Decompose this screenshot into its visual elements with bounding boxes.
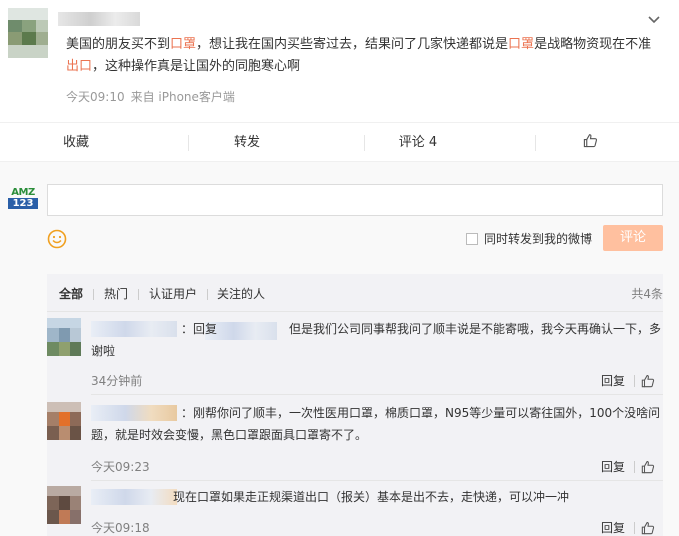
current-user-avatar[interactable]: AMZ 123	[8, 187, 38, 209]
tab-all[interactable]: 全部	[59, 285, 83, 303]
comment-item: ：刚帮你问了顺丰，一次性医用口罩，棉质口罩，N95等少量可以寄往国外，100个没…	[47, 402, 666, 481]
post-keyword-link[interactable]: 口罩	[170, 37, 196, 52]
repost-button[interactable]: 转发	[197, 123, 365, 163]
tab-hot[interactable]: 热门	[104, 285, 128, 303]
comment-label: 评论 4	[398, 135, 438, 150]
post-action-bar: 收藏 转发 评论 4	[0, 122, 679, 162]
divider	[207, 289, 208, 300]
post-text-seg: 美国的朋友买不到	[66, 37, 171, 52]
commenter-avatar[interactable]	[47, 402, 81, 440]
divider	[535, 135, 536, 151]
post-author-name-blurred[interactable]	[58, 12, 140, 26]
comment-item: ：回复 但是我们公司同事帮我问了顺丰说是不能寄哦，我今天再确认一下，多谢啦 34分…	[47, 318, 666, 395]
smiley-icon[interactable]	[47, 229, 67, 249]
comment-time: 今天09:23	[91, 460, 150, 474]
post-text: 美国的朋友买不到口罩，想让我在国内买些寄过去，结果问了几家快递都说是口罩是战略物…	[66, 34, 656, 78]
post-author-avatar[interactable]	[8, 8, 48, 58]
comment-button[interactable]: 评论 4	[368, 123, 536, 163]
commenter-avatar[interactable]	[47, 318, 81, 356]
submit-comment-button[interactable]: 评论	[603, 225, 663, 251]
reply-button[interactable]: 回复	[601, 372, 625, 389]
post-text-seg: ，这种操作真是让国外的同胞寒心啊	[92, 59, 301, 74]
reply-button[interactable]: 回复	[601, 519, 625, 536]
comment-prefix: ：回复	[181, 322, 218, 336]
divider	[634, 375, 635, 387]
divider	[634, 522, 635, 534]
post-time[interactable]: 今天09:10	[66, 90, 125, 104]
comment-input[interactable]	[47, 184, 663, 216]
comment-text: ：刚帮你问了顺丰，一次性医用口罩，棉质口罩，N95等少量可以寄往国外，100个没…	[91, 402, 666, 446]
divider	[91, 480, 663, 481]
tab-following[interactable]: 关注的人	[217, 285, 265, 303]
like-button[interactable]	[540, 123, 640, 163]
post-source[interactable]: 来自 iPhone客户端	[131, 90, 235, 104]
post-text-seg: ，想让我在国内买些寄过去，结果问了几家快递都说是	[196, 37, 509, 52]
comment-body: 现在口罩如果走正规渠道出口（报关）基本是出不去，走快递，可以冲一冲	[173, 490, 570, 504]
thumbs-up-icon	[583, 134, 597, 148]
comment-list: 全部 热门 认证用户 关注的人 共4条 ：回复 但是我们公司同事帮我问了顺丰说是…	[47, 274, 663, 536]
thumbs-up-icon[interactable]	[641, 459, 655, 474]
forward-checkbox[interactable]	[466, 233, 478, 245]
divider	[364, 135, 365, 151]
weibo-post: 美国的朋友买不到口罩，想让我在国内买些寄过去，结果问了几家快递都说是口罩是战略物…	[0, 0, 679, 122]
comment-filter-tabs: 全部 热门 认证用户 关注的人 共4条	[47, 274, 663, 312]
post-text-seg: 是战略物资现在不准	[534, 37, 652, 52]
divider	[188, 135, 189, 151]
post-keyword-link[interactable]: 出口	[66, 59, 92, 74]
commenter-avatar[interactable]	[47, 486, 81, 524]
tab-verified[interactable]: 认证用户	[149, 285, 197, 303]
comment-text: ：回复 但是我们公司同事帮我问了顺丰说是不能寄哦，我今天再确认一下，多谢啦	[91, 318, 666, 362]
favorite-label: 收藏	[62, 135, 89, 150]
post-keyword-link[interactable]: 口罩	[508, 37, 534, 52]
chevron-down-icon[interactable]	[647, 12, 661, 26]
comment-section: AMZ 123 同时转发到我的微博 评论 全部 热门 认证用户 关注的人 共4条	[0, 162, 679, 536]
divider	[91, 394, 663, 395]
comment-time: 34分钟前	[91, 374, 143, 388]
reply-button[interactable]: 回复	[601, 458, 625, 475]
forward-checkbox-label[interactable]: 同时转发到我的微博	[484, 229, 592, 249]
comment-time: 今天09:18	[91, 521, 150, 535]
thumbs-up-icon[interactable]	[641, 520, 655, 535]
post-meta: 今天09:10 来自 iPhone客户端	[66, 88, 235, 105]
divider	[634, 461, 635, 473]
comment-count: 共4条	[631, 287, 663, 301]
divider	[138, 289, 139, 300]
comment-text: 现在口罩如果走正规渠道出口（报关）基本是出不去，走快递，可以冲一冲	[91, 486, 666, 508]
thumbs-up-icon[interactable]	[641, 373, 655, 388]
comment-prefix: ：	[181, 406, 194, 420]
comment-item: 现在口罩如果走正规渠道出口（报关）基本是出不去，走快递，可以冲一冲 今天09:1…	[47, 486, 663, 536]
divider	[93, 289, 94, 300]
repost-label: 转发	[233, 135, 260, 150]
favorite-button[interactable]: 收藏	[26, 123, 189, 163]
avatar-logo-number: 123	[8, 198, 38, 209]
avatar-logo-text: AMZ	[11, 187, 35, 198]
